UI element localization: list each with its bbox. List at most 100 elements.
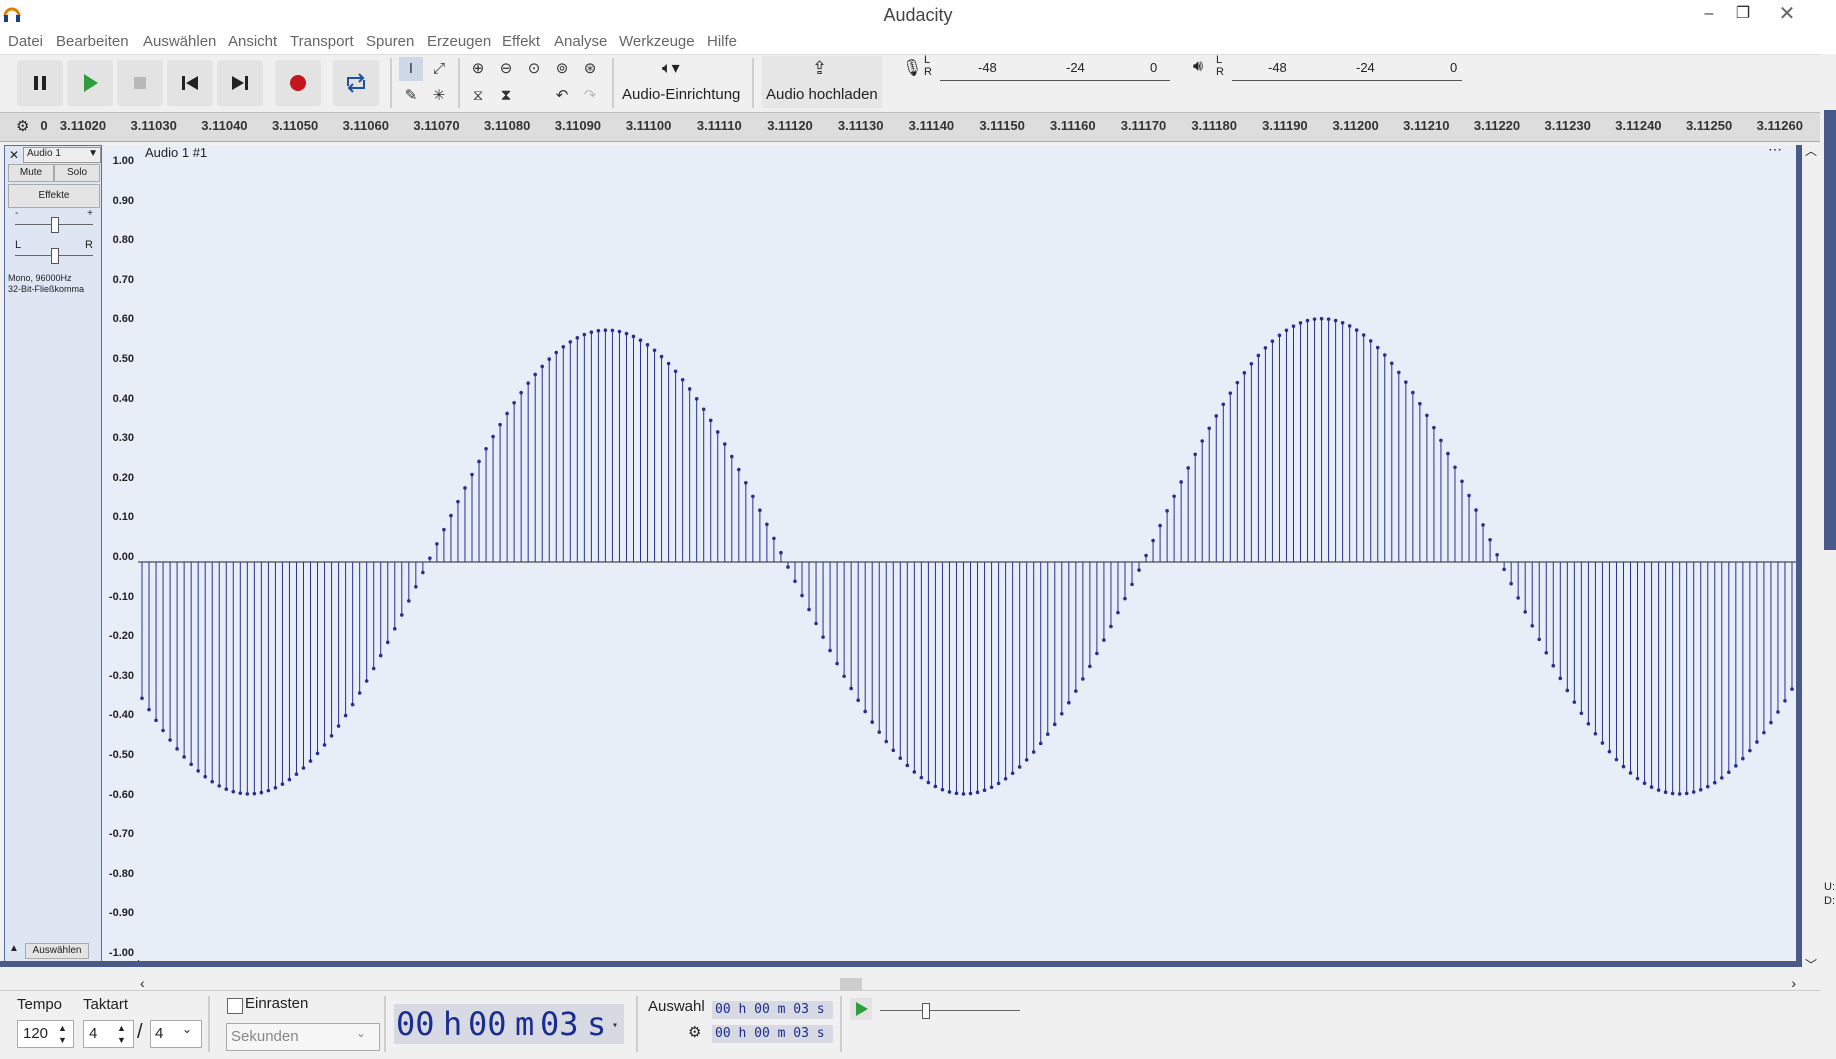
ruler-tick: 3.11020 <box>59 118 107 133</box>
sample-point <box>947 790 952 794</box>
playback-speed-slider[interactable] <box>880 998 1020 1022</box>
play-at-speed-button[interactable] <box>850 998 872 1020</box>
menu-ansicht[interactable]: Ansicht <box>228 33 277 50</box>
numerator-stepper-icon[interactable]: ▲ ▼ <box>117 1022 126 1046</box>
menu-bearbeiten[interactable]: Bearbeiten <box>56 33 129 50</box>
share-audio-label: Audio hochladen <box>766 86 878 103</box>
gain-slider-thumb[interactable] <box>51 217 59 233</box>
snap-checkbox[interactable] <box>227 998 243 1014</box>
stop-button[interactable] <box>117 60 163 106</box>
sample-point <box>701 407 706 412</box>
envelope-tool-icon[interactable]: ⤢ <box>427 57 451 81</box>
record-meter[interactable]: -48 -24 0 <box>940 58 1170 81</box>
menu-spuren[interactable]: Spuren <box>366 33 414 50</box>
clip-header[interactable]: Audio 1 #1 ⋯ <box>138 141 1796 159</box>
sample-point <box>1439 438 1443 443</box>
menu-transport[interactable]: Transport <box>290 33 354 50</box>
selection-tool-icon[interactable]: I <box>399 57 423 81</box>
zoom-out-icon[interactable]: ⊖ <box>494 57 518 81</box>
selection-settings-gear-icon[interactable]: ⚙ <box>688 1023 701 1041</box>
chevron-down-icon[interactable]: ⌄ <box>182 1022 192 1036</box>
scroll-left-icon[interactable]: ‹ <box>140 975 145 991</box>
sample-point <box>287 777 292 782</box>
draw-tool-icon[interactable]: ✎ <box>399 84 423 108</box>
sample-point <box>1481 523 1485 527</box>
mute-button[interactable]: Mute <box>8 164 54 182</box>
clip-menu-icon[interactable]: ⋯ <box>1768 141 1782 158</box>
tempo-stepper-icon[interactable]: ▲ ▼ <box>58 1022 67 1046</box>
menu-erzeugen[interactable]: Erzeugen <box>427 33 491 50</box>
time-signature-numerator[interactable]: 4 <box>83 1020 134 1048</box>
trim-icon[interactable]: ⧖ <box>466 84 490 108</box>
chevron-down-icon[interactable]: ⌄ <box>356 1026 366 1040</box>
scroll-up-icon[interactable]: ︿ <box>1805 142 1817 159</box>
track-name-menu[interactable]: Audio 1 ▼ <box>23 147 101 163</box>
speaker-meter-icon[interactable]: 🔊︎ <box>1193 58 1211 80</box>
scroll-down-icon[interactable]: ﹀ <box>1805 956 1817 973</box>
toolbar-separator <box>612 58 614 108</box>
time-format-menu-icon[interactable]: ▾ <box>612 1006 618 1046</box>
record-button[interactable] <box>275 60 321 106</box>
scroll-right-icon[interactable]: › <box>1791 975 1796 991</box>
sample-point <box>1691 790 1696 794</box>
sample-point <box>1312 317 1317 321</box>
microphone-icon[interactable]: 🎙︎ <box>902 58 922 80</box>
selection-label: Auswahl <box>648 998 705 1015</box>
menu-werkzeuge[interactable]: Werkzeuge <box>619 33 695 50</box>
play-button[interactable] <box>67 60 113 106</box>
effects-button[interactable]: Effekte <box>8 184 100 208</box>
vertical-scrollbar[interactable]: ︿ ﹀ <box>1802 142 1820 974</box>
sample-point <box>1600 741 1605 745</box>
pan-slider-thumb[interactable] <box>51 248 59 264</box>
skip-end-button[interactable] <box>217 60 263 106</box>
time-display[interactable]: 00 h 00 m 03 s ▾ <box>394 1004 624 1044</box>
share-audio-button[interactable]: ⇪ Audio hochladen <box>762 56 882 108</box>
audio-setup-button[interactable]: 🔈︎▾ Audio-Einrichtung <box>620 56 744 108</box>
multi-tool-icon[interactable]: ✳ <box>427 84 451 108</box>
close-track-icon[interactable]: ✕ <box>9 148 19 162</box>
select-track-button[interactable]: Auswählen <box>25 943 89 959</box>
pause-button[interactable] <box>17 60 63 106</box>
skip-start-button[interactable] <box>167 60 213 106</box>
sample-point <box>996 781 1001 786</box>
menu-effekt[interactable]: Effekt <box>502 33 540 50</box>
silence-icon[interactable]: ⧗ <box>494 84 518 108</box>
pan-slider[interactable]: L R <box>15 239 93 265</box>
menu-hilfe[interactable]: Hilfe <box>707 33 737 50</box>
amplitude-tick: -0.80 <box>108 867 134 880</box>
ruler-tick: 3.11250 <box>1685 118 1733 133</box>
waveform-area[interactable] <box>138 158 1796 960</box>
sample-point <box>1200 439 1205 443</box>
sample-point <box>680 377 685 382</box>
sample-point <box>1544 650 1549 655</box>
collapse-track-icon[interactable]: ▲ <box>7 943 21 957</box>
redo-icon[interactable]: ↷ <box>578 84 602 108</box>
sample-point <box>645 343 650 347</box>
selection-end[interactable]: 00 h 00 m 03 s <box>712 1025 833 1043</box>
fit-selection-icon[interactable]: ⊙ <box>522 57 546 81</box>
sample-point <box>203 774 207 779</box>
close-button[interactable]: ✕ <box>1765 0 1809 28</box>
gain-slider[interactable]: - + <box>15 208 93 236</box>
playback-speed-thumb[interactable] <box>922 1003 930 1019</box>
ruler-settings-gear-icon[interactable]: ⚙ <box>16 117 29 135</box>
timeline-ruler[interactable]: ⚙ 0 3.11020 3.11030 3.11040 3.11050 3.11060 3.… <box>0 112 1820 142</box>
sample-point <box>1354 328 1359 332</box>
sample-point <box>526 381 530 386</box>
zoom-toggle-icon[interactable]: ⊛ <box>578 57 602 81</box>
restore-button[interactable]: ❐ <box>1721 0 1765 28</box>
selection-start[interactable]: 00 h 00 m 03 s <box>712 1001 833 1019</box>
fit-project-icon[interactable]: ⊚ <box>550 57 574 81</box>
sample-point <box>758 508 762 513</box>
solo-button[interactable]: Solo <box>54 164 100 182</box>
undo-icon[interactable]: ↶ <box>550 84 574 108</box>
menu-analyse[interactable]: Analyse <box>554 33 607 50</box>
loop-button[interactable] <box>333 60 379 106</box>
sample-point <box>1586 722 1591 726</box>
playback-meter[interactable]: -48 -24 0 <box>1232 58 1462 81</box>
zoom-in-icon[interactable]: ⊕ <box>466 57 490 81</box>
menu-datei[interactable]: Datei <box>8 33 43 50</box>
time-signature-denominator[interactable]: 4 <box>150 1020 202 1048</box>
menu-auswaehlen[interactable]: Auswählen <box>143 33 216 50</box>
sample-point <box>744 480 748 485</box>
